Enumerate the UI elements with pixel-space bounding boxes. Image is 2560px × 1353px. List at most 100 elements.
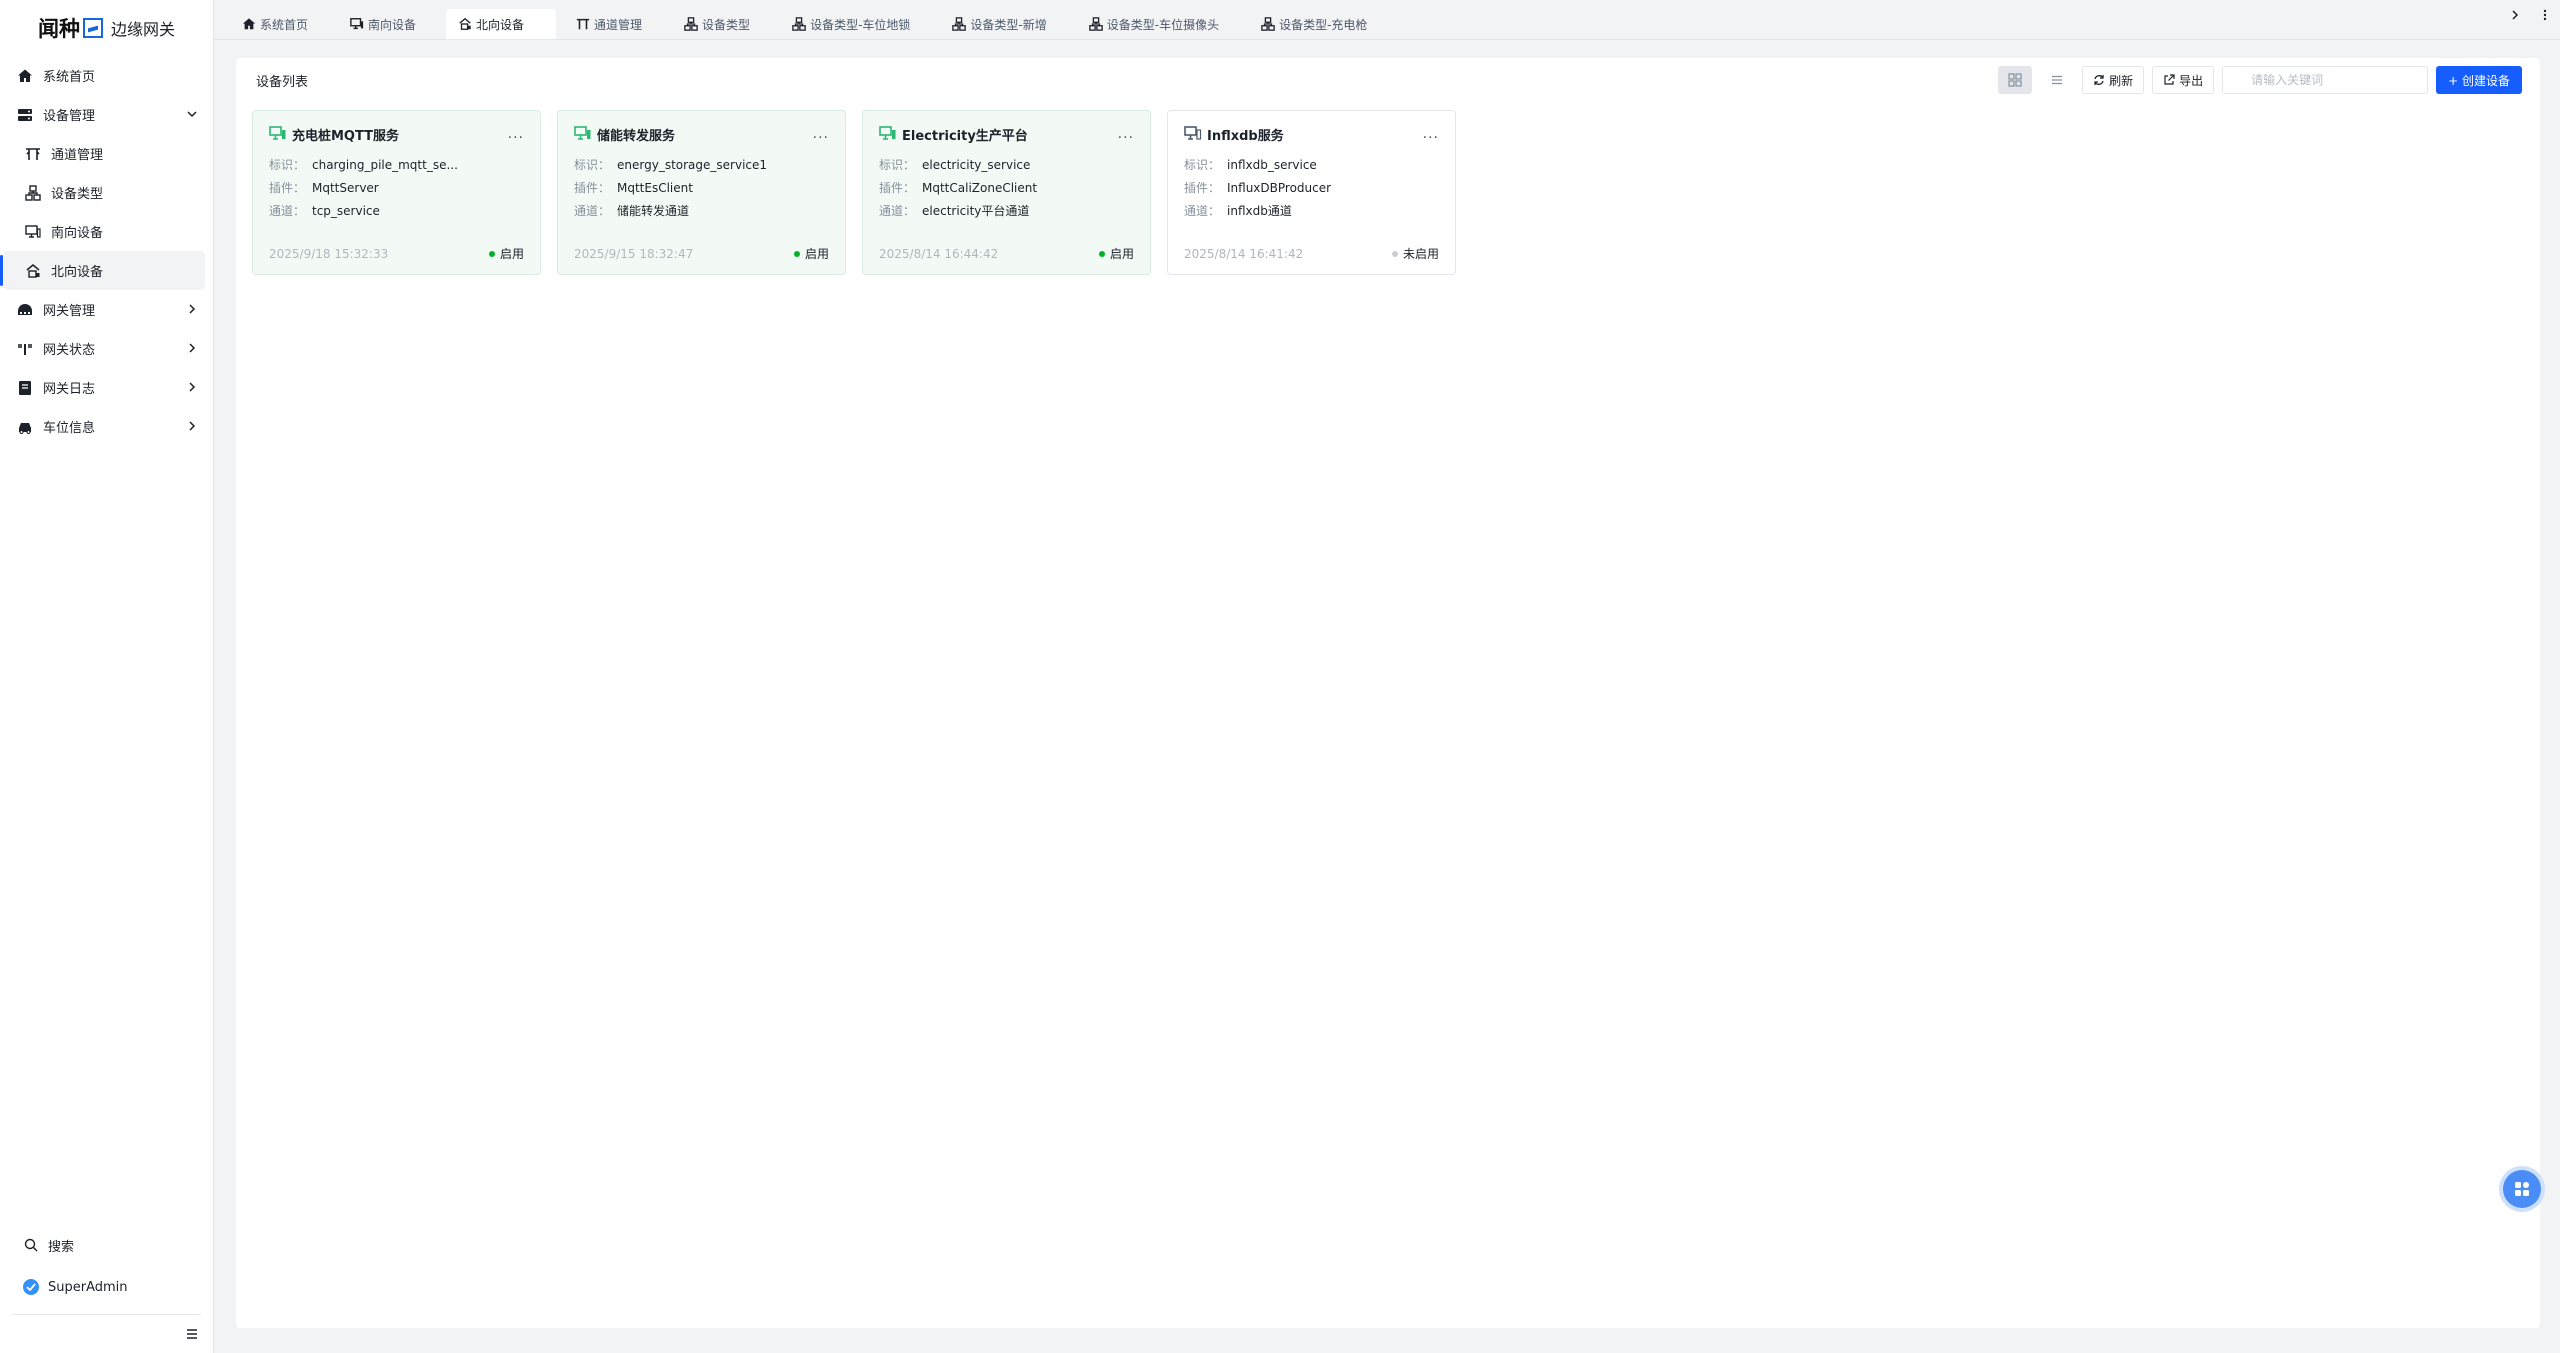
sidebar-item-label: 通道管理 (51, 148, 104, 163)
page-title: 设备列表 (256, 74, 309, 90)
status-dot (793, 250, 800, 257)
device-id: inflxdb_service (1227, 157, 1317, 172)
channel-icon (576, 17, 590, 31)
toolbar: 刷新 导出 + 创建设备 (1998, 66, 2522, 94)
sidebar-item-south-device[interactable]: 南向设备 (0, 212, 213, 251)
create-device-button[interactable]: + 创建设备 (2436, 66, 2522, 94)
tab-device-type-parking-camera[interactable]: 设备类型-车位摄像头 (1077, 9, 1241, 39)
chevron-right-icon[interactable] (2508, 8, 2522, 22)
device-monitor-icon (879, 126, 897, 142)
search-input[interactable] (2222, 66, 2429, 94)
sidebar-item-label: 设备类型 (51, 187, 104, 202)
sidebar-item-gateway-status[interactable]: 网关状态 (0, 329, 213, 368)
monitor-icon (24, 223, 42, 241)
device-id-label: 标识： (879, 158, 916, 172)
device-channel: electricity平台通道 (922, 204, 1030, 218)
channel-icon (24, 145, 42, 163)
tab-south-device[interactable]: 南向设备 (338, 9, 438, 39)
status-dot (1391, 250, 1398, 257)
logo: 闻种 边缘网关 (0, 0, 213, 56)
tab-device-type-charging-gun[interactable]: 设备类型-充电枪 (1249, 9, 1389, 39)
card-more-button[interactable]: ... (1423, 126, 1439, 142)
sidebar-item-label: 南向设备 (51, 226, 104, 241)
sidebar-item-home[interactable]: 系统首页 (0, 56, 213, 95)
export-button[interactable]: 导出 (2152, 66, 2215, 94)
card-header: Electricity生产平台 ... (879, 123, 1134, 145)
tab-label: 南向设备 (368, 17, 417, 32)
sidebar-item-label: 系统首页 (43, 70, 96, 85)
card-more-button[interactable]: ... (508, 126, 524, 142)
product-name: 边缘网关 (110, 20, 175, 39)
list-view-button[interactable] (2040, 66, 2074, 94)
card-header: 充电桩MQTT服务 ... (269, 123, 524, 145)
device-plugin-label: 插件： (269, 181, 306, 195)
cluster-icon (684, 17, 698, 31)
tab-device-type-parking-lock[interactable]: 设备类型-车位地锁 (780, 9, 932, 39)
device-monitor-icon (574, 126, 592, 142)
device-id-label: 标识： (1184, 158, 1221, 172)
device-card[interactable]: Electricity生产平台 ... 标识： electricity_servi… (862, 110, 1151, 275)
chevron-right-icon (189, 343, 196, 353)
card-more-button[interactable]: ... (1118, 126, 1134, 142)
tab-device-type-new[interactable]: 设备类型-新增 (940, 9, 1068, 39)
device-id-row: 标识： energy_storage_service1 (574, 153, 829, 176)
device-plugin-label: 插件： (574, 181, 611, 195)
sidebar-item-device-type[interactable]: 设备类型 (0, 173, 213, 212)
tab-label: 设备类型-车位地锁 (810, 17, 911, 32)
gateway-icon (16, 301, 34, 319)
device-name: Inflxdb服务 (1207, 128, 1284, 144)
sidebar-item-gateway-management[interactable]: 网关管理 (0, 290, 213, 329)
sidebar-item-parking-info[interactable]: 车位信息 (0, 407, 213, 446)
tab-label: 设备类型 (702, 17, 751, 32)
more-vertical-icon[interactable] (2542, 8, 2548, 22)
sidebar-item-label: 网关状态 (43, 343, 96, 358)
tab-north-device[interactable]: 北向设备 (446, 9, 557, 39)
device-time: 2025/8/14 16:44:42 (879, 246, 999, 261)
device-id-label: 标识： (574, 158, 611, 172)
refresh-label: 刷新 (2109, 73, 2134, 88)
device-channel-row: 通道： tcp_service (269, 199, 524, 222)
log-book-icon (16, 379, 34, 397)
device-name: 充电桩MQTT服务 (292, 128, 400, 144)
car-icon (16, 418, 34, 436)
device-name: Electricity生产平台 (902, 128, 1028, 144)
main-content: 设备列表 刷新 导出 + 创建设备 (236, 58, 2540, 1328)
grid-view-button[interactable] (1998, 66, 2033, 94)
device-id-label: 标识： (269, 158, 306, 172)
sidebar-search[interactable]: 搜索 (0, 1224, 213, 1266)
tab-device-type[interactable]: 设备类型 (672, 9, 772, 39)
cluster-icon (24, 184, 42, 202)
server-icon (16, 106, 34, 124)
tab-label: 设备类型-车位摄像头 (1106, 17, 1220, 32)
device-id: electricity_service (922, 157, 1031, 172)
sidebar-item-device-management[interactable]: 设备管理 (0, 95, 213, 134)
device-card[interactable]: Inflxdb服务 ... 标识： inflxdb_service 插件： Infl… (1167, 110, 1456, 275)
tab-label: 通道管理 (594, 17, 643, 32)
collapse-sidebar-button[interactable] (0, 1315, 213, 1353)
device-card[interactable]: 储能转发服务 ... 标识： energy_storage_service1 插件… (557, 110, 846, 275)
device-channel: tcp_service (312, 203, 380, 218)
status-dot (1098, 250, 1105, 257)
tab-channel-management[interactable]: 通道管理 (564, 9, 664, 39)
north-device-icon (24, 262, 42, 280)
card-more-button[interactable]: ... (813, 126, 829, 142)
device-card[interactable]: 充电桩MQTT服务 ... 标识： charging_pile_mqtt_se..… (252, 110, 541, 275)
device-id: charging_pile_mqtt_se... (312, 157, 458, 172)
sidebar-item-label: 设备管理 (43, 109, 96, 124)
device-time: 2025/9/15 18:32:47 (574, 246, 694, 261)
grid-icon (2008, 73, 2022, 87)
sidebar-item-north-device[interactable]: 北向设备 (0, 251, 205, 290)
sidebar-item-channel-management[interactable]: 通道管理 (0, 134, 213, 173)
user-profile[interactable]: SuperAdmin (0, 1266, 213, 1308)
floating-apps-button[interactable] (2503, 1170, 2541, 1208)
sidebar: 闻种 边缘网关 系统首页 设备管理 通道管理 设备类型 南向设备 北向设备 网关… (0, 0, 214, 1353)
device-monitor-icon (269, 126, 287, 142)
refresh-button[interactable]: 刷新 (2082, 66, 2145, 94)
device-time: 2025/8/14 16:41:42 (1184, 246, 1304, 261)
device-card-grid: 充电桩MQTT服务 ... 标识： charging_pile_mqtt_se..… (236, 102, 2540, 275)
signal-icon (16, 340, 34, 358)
device-plugin-label: 插件： (879, 181, 916, 195)
device-channel-row: 通道： electricity平台通道 (879, 199, 1134, 222)
sidebar-item-gateway-log[interactable]: 网关日志 (0, 368, 213, 407)
tab-home[interactable]: 系统首页 (230, 9, 330, 39)
